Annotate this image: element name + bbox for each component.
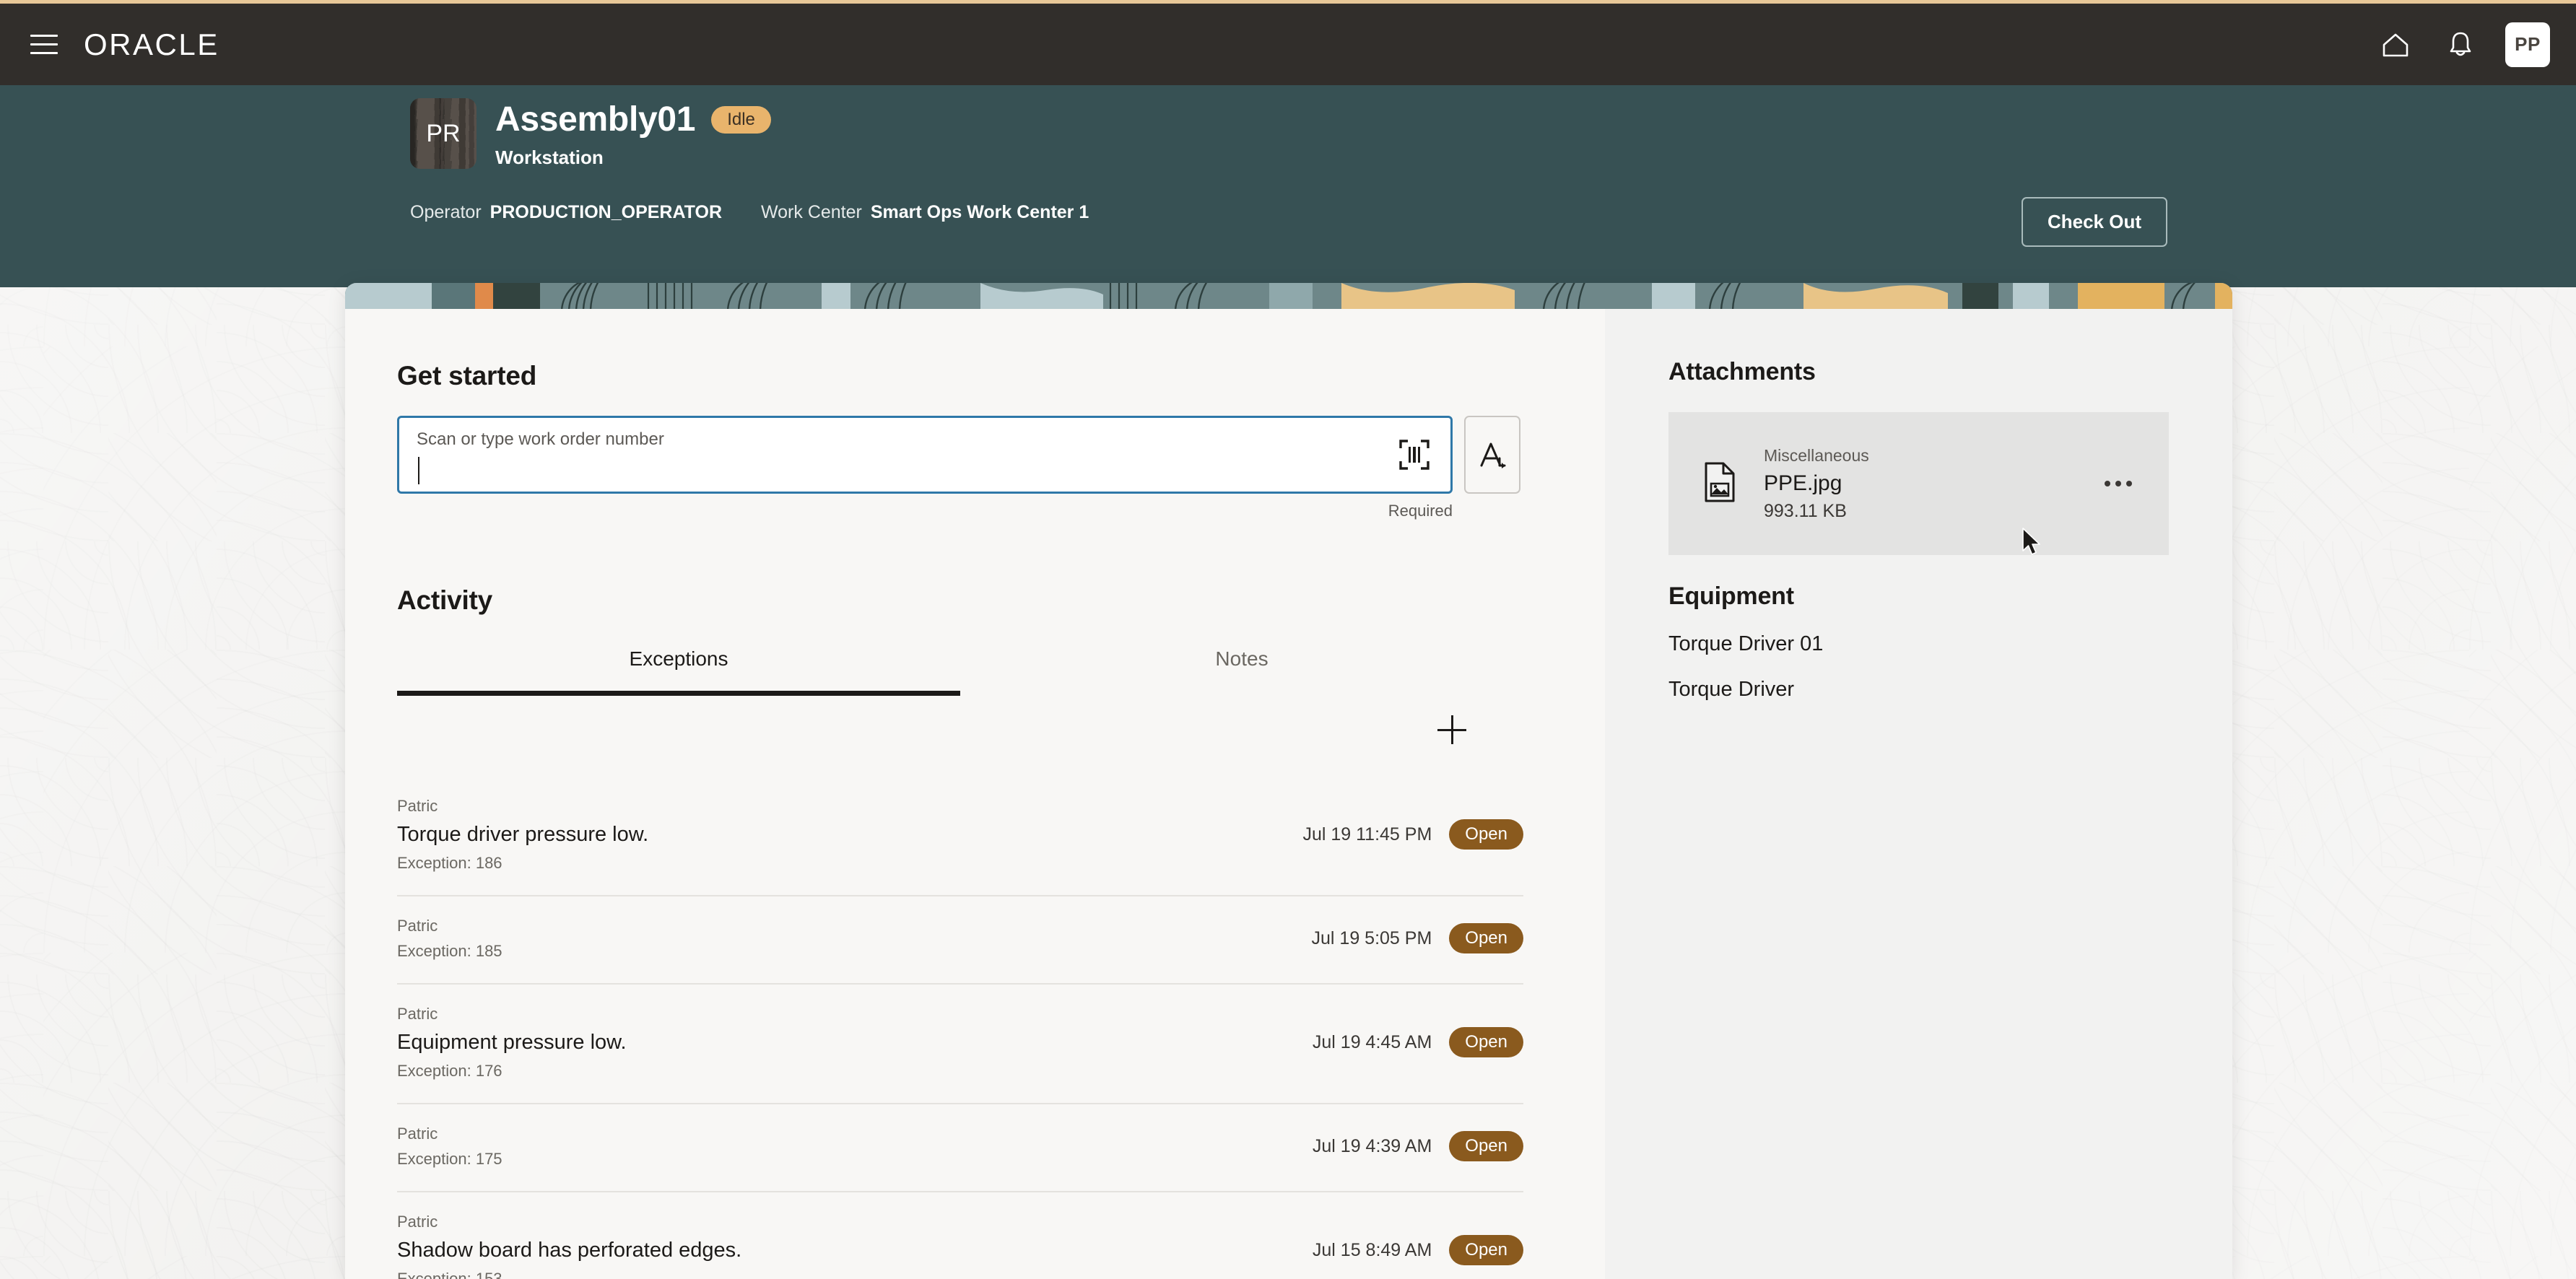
exception-author: Patric [397, 1213, 438, 1231]
content-card: Get started Scan or type work order numb… [345, 283, 2232, 1279]
work-order-search-row: Scan or type work order number [397, 416, 1605, 494]
operator-label: Operator [410, 202, 482, 222]
status-badge: Open [1449, 1131, 1523, 1162]
exception-right: Jul 19 11:45 PM Open [1302, 819, 1523, 850]
attachment-name: PPE.jpg [1764, 471, 1842, 495]
attachments-title: Attachments [1668, 358, 1816, 385]
attachment-category: Miscellaneous [1764, 446, 1869, 466]
hamburger-bar [30, 35, 58, 37]
table-row[interactable]: Patric Exception: 175 Jul 19 4:39 AM Ope… [397, 1104, 1523, 1193]
exception-right: Jul 15 8:49 AM Open [1312, 1235, 1523, 1266]
exception-right: Jul 19 4:45 AM Open [1312, 1027, 1523, 1058]
exception-author: Patric [397, 797, 438, 815]
hamburger-menu-icon[interactable] [23, 24, 65, 66]
work-order-input[interactable] [399, 418, 1450, 492]
exception-timestamp: Jul 19 4:39 AM [1312, 1135, 1432, 1156]
main-panel: Get started Scan or type work order numb… [345, 309, 1605, 1279]
exception-main: Patric Torque driver pressure low. Excep… [397, 794, 1302, 875]
activity-tabs: Exceptions Notes [397, 647, 1523, 696]
exception-number: Exception: 186 [397, 854, 502, 873]
dot [2105, 481, 2110, 486]
exception-description: Equipment pressure low. [397, 1031, 627, 1055]
work-center-value: Smart Ops Work Center 1 [870, 202, 1089, 222]
card-body: Get started Scan or type work order numb… [345, 283, 2232, 1279]
status-badge: Open [1449, 923, 1523, 954]
dot [2115, 481, 2121, 486]
workstation-title-row: Assembly01 Idle [495, 101, 771, 139]
exception-timestamp: Jul 19 11:45 PM [1302, 824, 1432, 844]
exception-main: Patric Exception: 185 [397, 914, 1312, 963]
plus-icon[interactable] [1431, 709, 1473, 751]
table-row[interactable]: Patric Shadow board has perforated edges… [397, 1192, 1523, 1279]
exception-author: Patric [397, 917, 438, 935]
exception-number: Exception: 153 [397, 1270, 502, 1279]
hamburger-bar [30, 52, 58, 54]
table-row[interactable]: Patric Exception: 185 Jul 19 5:05 PM Ope… [397, 896, 1523, 985]
workstation-identity-row: PR Assembly01 Idle Workstation [410, 98, 1796, 169]
add-exception-row [397, 709, 1523, 751]
side-panel: Attachments Miscellaneous PPE.jpg 993.11… [1605, 309, 2232, 1279]
exception-number: Exception: 176 [397, 1062, 502, 1081]
workstation-meta-row: Operator PRODUCTION_OPERATOR Work Center… [410, 202, 1796, 223]
exception-timestamp: Jul 15 8:49 AM [1312, 1239, 1432, 1260]
attachment-size: 993.11 KB [1764, 500, 1847, 521]
exception-timestamp: Jul 19 4:45 AM [1312, 1031, 1432, 1052]
status-badge: Open [1449, 1027, 1523, 1058]
work-center-label: Work Center [761, 202, 862, 222]
workstation-summary: PR Assembly01 Idle Workstation Operator … [410, 98, 1796, 223]
exception-description: Shadow board has perforated edges. [397, 1239, 742, 1262]
text-entry-icon[interactable] [1464, 416, 1520, 494]
tab-notes[interactable]: Notes [960, 647, 1523, 696]
exception-timestamp: Jul 19 5:05 PM [1311, 927, 1432, 948]
get-started-title: Get started [397, 361, 537, 390]
table-row[interactable]: Patric Equipment pressure low. Exception… [397, 985, 1523, 1105]
required-helper-text: Required [1388, 502, 1453, 520]
workstation-subtitle: Workstation [495, 146, 604, 168]
exception-right: Jul 19 4:39 AM Open [1312, 1131, 1523, 1162]
workstation-avatar: PR [410, 98, 477, 169]
exception-main: Patric Exception: 175 [397, 1122, 1313, 1171]
workstation-titleblock: Assembly01 Idle Workstation [495, 98, 771, 169]
attachment-card[interactable]: Miscellaneous PPE.jpg 993.11 KB [1668, 412, 2169, 555]
workstation-status-badge: Idle [711, 105, 771, 134]
work-order-field[interactable]: Scan or type work order number [397, 416, 1453, 494]
equipment-title: Equipment [1668, 582, 1794, 610]
exception-list: Patric Torque driver pressure low. Excep… [397, 777, 1523, 1279]
page-title: Assembly01 [495, 100, 696, 139]
decorative-banner [345, 283, 2232, 309]
workstation-hero-band: PR Assembly01 Idle Workstation Operator … [0, 85, 2576, 287]
exception-main: Patric Equipment pressure low. Exception… [397, 1002, 1313, 1083]
exception-right: Jul 19 5:05 PM Open [1311, 923, 1523, 954]
oracle-logo[interactable]: ORACLE [84, 27, 219, 62]
home-icon[interactable] [2370, 19, 2421, 71]
exception-author: Patric [397, 1125, 438, 1143]
activity-title: Activity [397, 585, 493, 615]
more-options-icon[interactable] [2097, 462, 2140, 505]
top-accent-rule [0, 0, 2576, 4]
status-badge: Open [1449, 819, 1523, 850]
exception-main: Patric Shadow board has perforated edges… [397, 1210, 1313, 1279]
global-header: ORACLE PP [0, 4, 2576, 85]
attachment-meta: Miscellaneous PPE.jpg 993.11 KB [1764, 443, 2097, 524]
hamburger-bar [30, 43, 58, 45]
barcode-scan-icon[interactable] [1394, 435, 1435, 475]
operator-value: PRODUCTION_OPERATOR [489, 202, 722, 222]
check-out-button[interactable]: Check Out [2021, 197, 2167, 247]
status-badge: Open [1449, 1235, 1523, 1266]
exception-author: Patric [397, 1005, 438, 1023]
exception-number: Exception: 175 [397, 1150, 502, 1169]
equipment-item[interactable]: Torque Driver 01 [1668, 632, 2169, 656]
exception-description: Torque driver pressure low. [397, 823, 649, 846]
tab-exceptions[interactable]: Exceptions [397, 647, 960, 696]
exception-number: Exception: 185 [397, 942, 502, 961]
bell-icon[interactable] [2434, 19, 2486, 71]
user-avatar[interactable]: PP [2505, 22, 2550, 67]
equipment-item[interactable]: Torque Driver [1668, 678, 2169, 702]
dot [2126, 481, 2132, 486]
image-file-icon [1703, 462, 1736, 506]
table-row[interactable]: Patric Torque driver pressure low. Excep… [397, 777, 1523, 897]
